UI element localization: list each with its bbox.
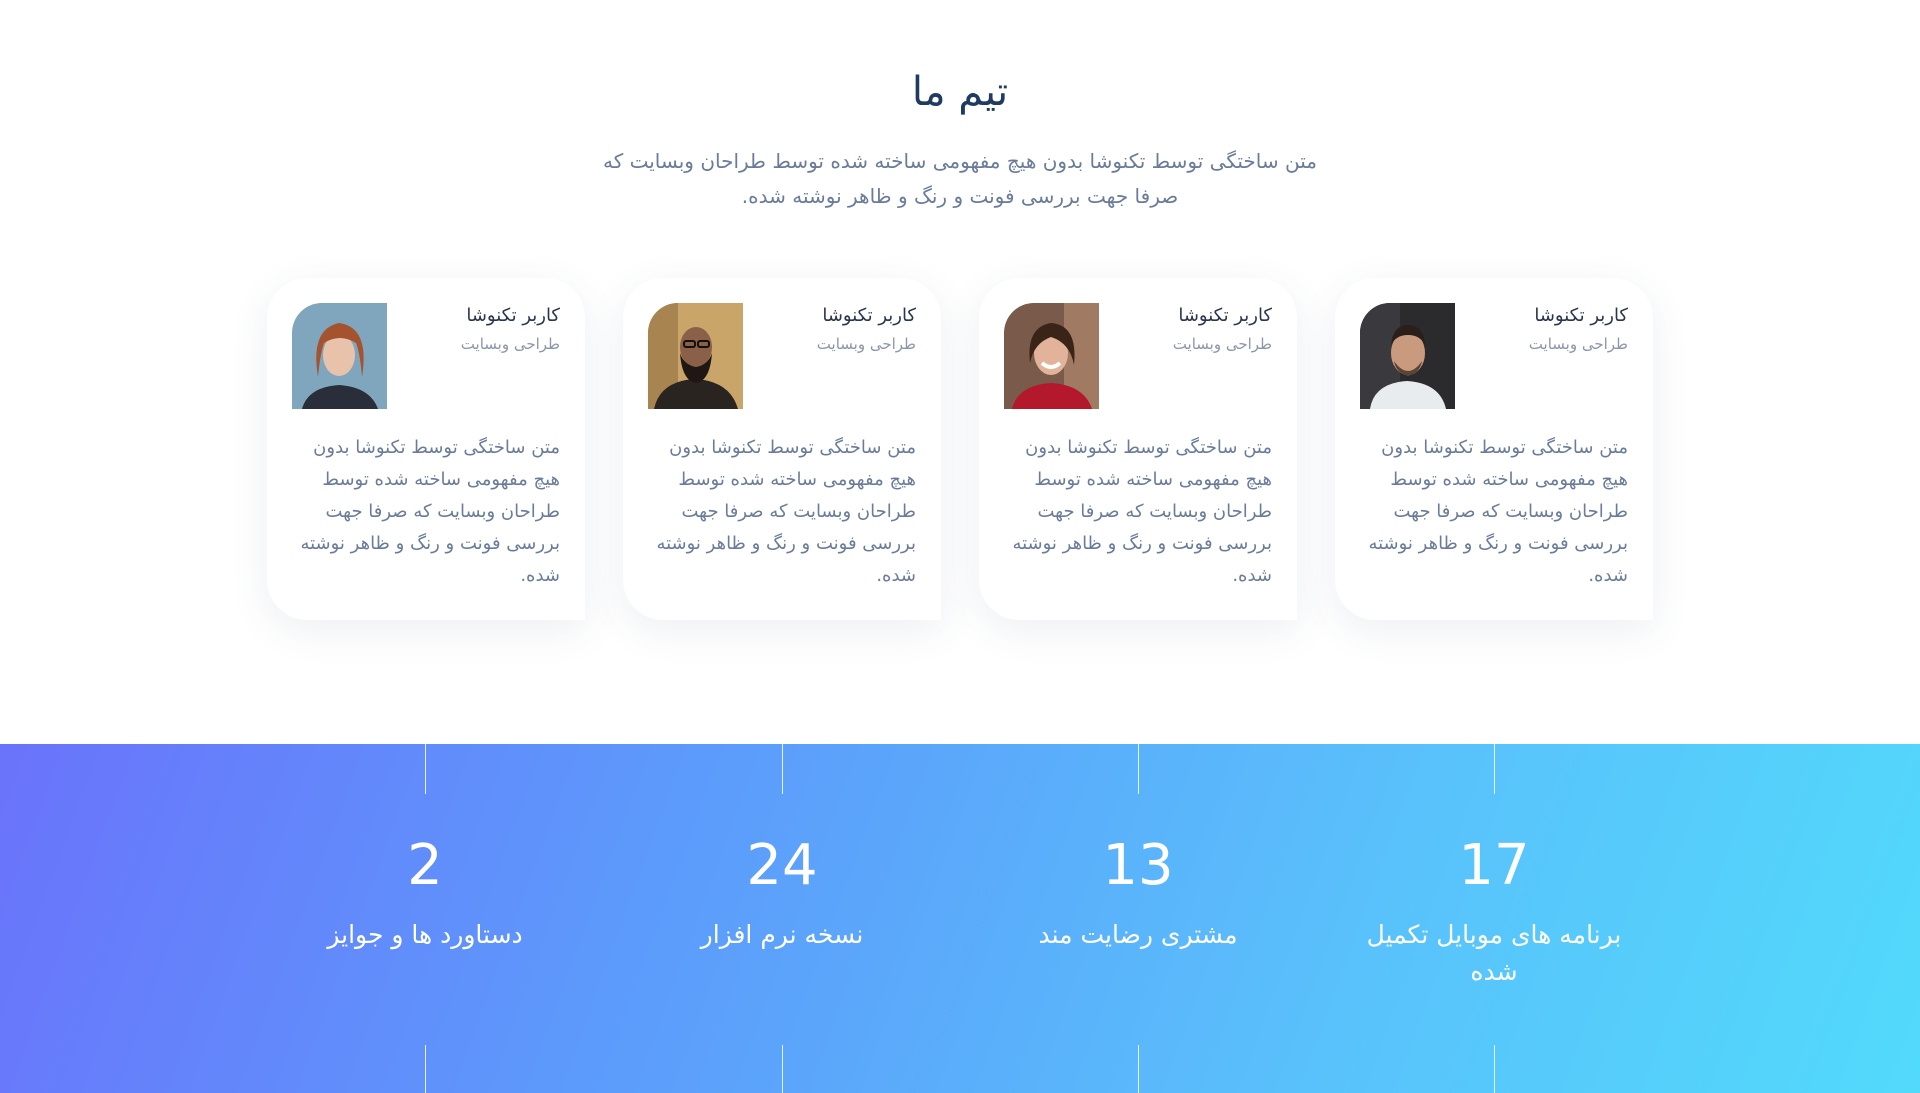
stat-item: 24 نسخه نرم افزار xyxy=(652,834,912,953)
member-name: کاربر تکنوشا xyxy=(1178,305,1272,326)
member-bio: متن ساختگی توسط تکنوشا بدون هیچ مفهومی س… xyxy=(656,437,916,586)
stat-number: 17 xyxy=(1458,833,1530,898)
divider-line xyxy=(782,1045,783,1093)
member-photo xyxy=(1004,303,1099,409)
member-photo xyxy=(292,303,387,409)
divider-line xyxy=(425,1045,426,1093)
divider-line xyxy=(1494,744,1495,794)
divider-line xyxy=(1138,1045,1139,1093)
member-bio: متن ساختگی توسط تکنوشا بدون هیچ مفهومی س… xyxy=(1012,437,1272,586)
member-role: طراحی وبسایت xyxy=(816,335,916,353)
stat-label: برنامه های موبایل تکمیل شده xyxy=(1366,920,1622,986)
divider-line xyxy=(782,744,783,794)
stat-item: 17 برنامه های موبایل تکمیل شده xyxy=(1364,834,1624,990)
stat-label: نسخه نرم افزار xyxy=(700,920,864,949)
stat-label: مشتری رضایت مند xyxy=(1038,920,1238,949)
member-role: طراحی وبسایت xyxy=(460,335,560,353)
team-member-card: کاربر تکنوشا طراحی وبسایت متن ساختگی توس… xyxy=(1335,278,1653,620)
member-name: کاربر تکنوشا xyxy=(822,305,916,326)
member-role: طراحی وبسایت xyxy=(1172,335,1272,353)
team-section: تیم ما متن ساختگی توسط تکنوشا بدون هیچ م… xyxy=(0,0,1920,744)
stat-label: دستاورد ها و جوایز xyxy=(327,920,523,949)
member-name: کاربر تکنوشا xyxy=(466,305,560,326)
avatar xyxy=(1004,303,1099,409)
section-description: متن ساختگی توسط تکنوشا بدون هیچ مفهومی س… xyxy=(603,149,1317,208)
member-photo xyxy=(648,303,743,409)
stat-item: 13 مشتری رضایت مند xyxy=(1008,834,1268,953)
team-member-card: کاربر تکنوشا طراحی وبسایت متن ساختگی توس… xyxy=(623,278,941,620)
stat-item: 2 دستاورد ها و جوایز xyxy=(295,834,555,953)
avatar xyxy=(1360,303,1455,409)
member-bio: متن ساختگی توسط تکنوشا بدون هیچ مفهومی س… xyxy=(1368,437,1628,586)
stat-number: 2 xyxy=(407,833,443,898)
avatar xyxy=(648,303,743,409)
divider-line xyxy=(425,744,426,794)
divider-line xyxy=(1494,1045,1495,1093)
section-title: تیم ما xyxy=(911,69,1009,115)
divider-line xyxy=(1138,744,1139,794)
member-bio: متن ساختگی توسط تکنوشا بدون هیچ مفهومی س… xyxy=(300,437,560,586)
stat-number: 24 xyxy=(746,833,818,898)
avatar xyxy=(292,303,387,409)
team-member-card: کاربر تکنوشا طراحی وبسایت متن ساختگی توس… xyxy=(979,278,1297,620)
member-name: کاربر تکنوشا xyxy=(1534,305,1628,326)
stat-number: 13 xyxy=(1102,833,1174,898)
team-cards: کاربر تکنوشا طراحی وبسایت متن ساختگی توس… xyxy=(0,278,1920,620)
member-photo xyxy=(1360,303,1455,409)
stats-section: 17 برنامه های موبایل تکمیل شده 13 مشتری … xyxy=(0,744,1920,1093)
member-role: طراحی وبسایت xyxy=(1528,335,1628,353)
team-member-card: کاربر تکنوشا طراحی وبسایت متن ساختگی توس… xyxy=(267,278,585,620)
